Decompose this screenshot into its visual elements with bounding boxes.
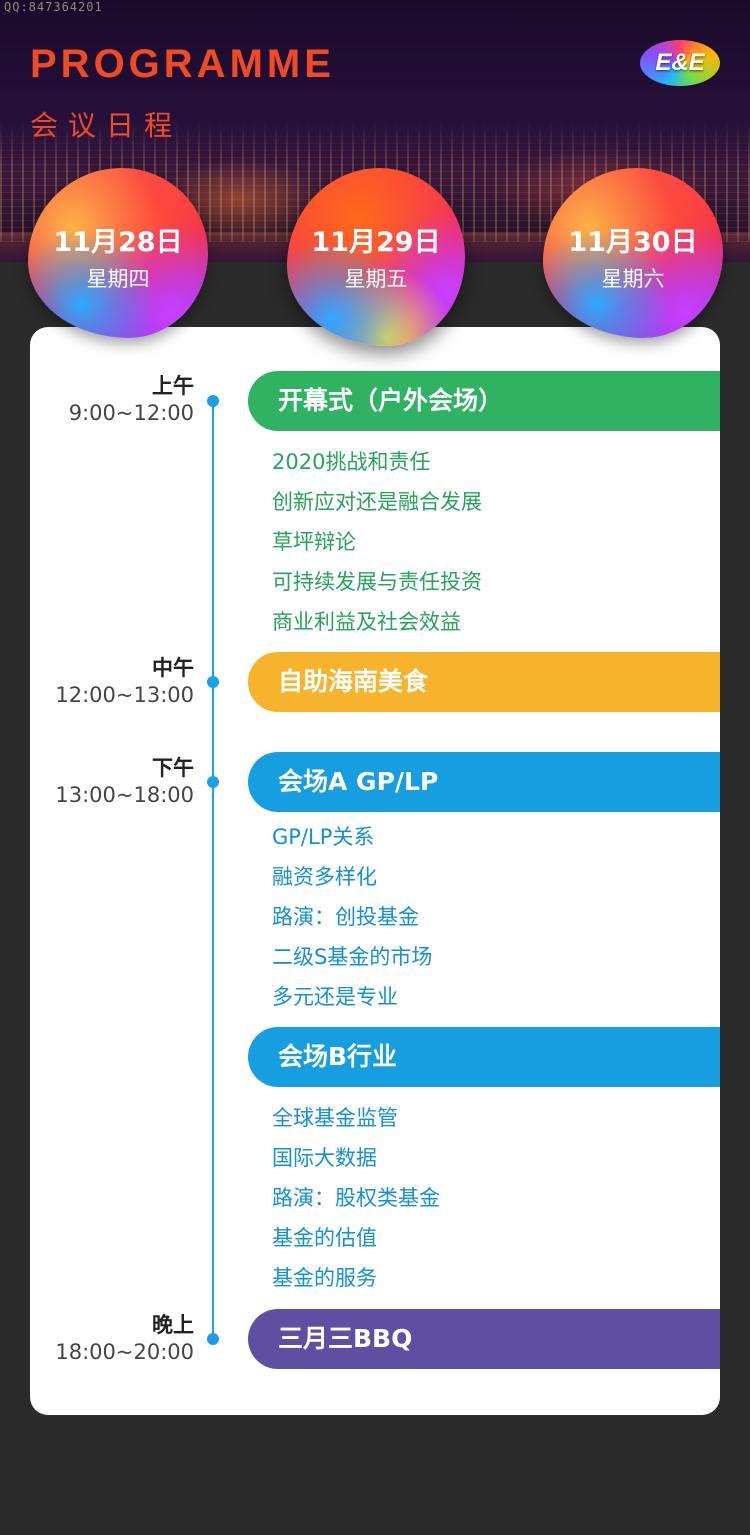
period-label: 晚上 [152,1313,194,1337]
list-item: 融资多样化 [272,865,377,889]
period-time: 18:00~20:00 [55,1340,194,1364]
session-venue-b-items: 全球基金监管 国际大数据 路演：股权类基金 基金的估值 基金的服务 [272,1098,440,1298]
timeline-dot [207,776,219,788]
day-date: 11月28日 [53,227,183,258]
period-time: 12:00~13:00 [55,683,194,707]
session-venue-b[interactable]: 会场B行业 [248,1027,720,1087]
session-venue-a-items: GP/LP关系 融资多样化 路演：创投基金 二级S基金的市场 多元还是专业 [272,817,432,1017]
page-title: PROGRAMME [30,42,335,86]
period-label: 上午 [152,374,194,398]
period-time: 9:00~12:00 [68,401,194,425]
session-opening[interactable]: 开幕式（户外会场） [248,371,720,431]
day-weekday: 星期六 [601,267,665,291]
period-afternoon: 下午 13:00~18:00 [30,755,194,809]
list-item: 全球基金监管 [272,1106,398,1130]
day-date: 11月30日 [568,227,698,258]
list-item: 二级S基金的市场 [272,945,433,969]
list-item: 国际大数据 [272,1146,377,1170]
ee-logo: E&E [640,40,720,86]
list-item: 基金的服务 [272,1266,377,1290]
day-weekday: 星期四 [86,267,150,291]
list-item: 基金的估值 [272,1226,377,1250]
session-lunch[interactable]: 自助海南美食 [248,652,720,712]
period-evening: 晚上 18:00~20:00 [30,1312,194,1366]
session-bbq[interactable]: 三月三BBQ [248,1309,720,1369]
session-opening-items: 2020挑战和责任 创新应对还是融合发展 草坪辩论 可持续发展与责任投资 商业利… [272,442,482,642]
list-item: 创新应对还是融合发展 [272,490,482,514]
day-weekday: 星期五 [344,267,408,291]
list-item: 商业利益及社会效益 [272,610,461,634]
timeline-dot [207,1333,219,1345]
session-venue-a[interactable]: 会场A GP/LP [248,752,720,812]
timeline-line [212,400,214,1338]
period-label: 中午 [152,656,194,680]
list-item: 可持续发展与责任投资 [272,570,482,594]
list-item: 多元还是专业 [272,985,398,1009]
timeline-dot [207,395,219,407]
list-item: 路演：股权类基金 [272,1186,440,1210]
period-label: 下午 [152,756,194,780]
period-time: 13:00~18:00 [55,783,194,807]
period-noon: 中午 12:00~13:00 [30,655,194,709]
list-item: 2020挑战和责任 [272,450,431,474]
timeline-dot [207,676,219,688]
period-morning: 上午 9:00~12:00 [30,373,194,427]
page-subtitle: 会议日程 [30,109,183,142]
list-item: GP/LP关系 [272,825,375,849]
day-date: 11月29日 [311,227,441,258]
watermark: QQ:847364201 [4,0,103,14]
list-item: 草坪辩论 [272,530,356,554]
list-item: 路演：创投基金 [272,905,419,929]
